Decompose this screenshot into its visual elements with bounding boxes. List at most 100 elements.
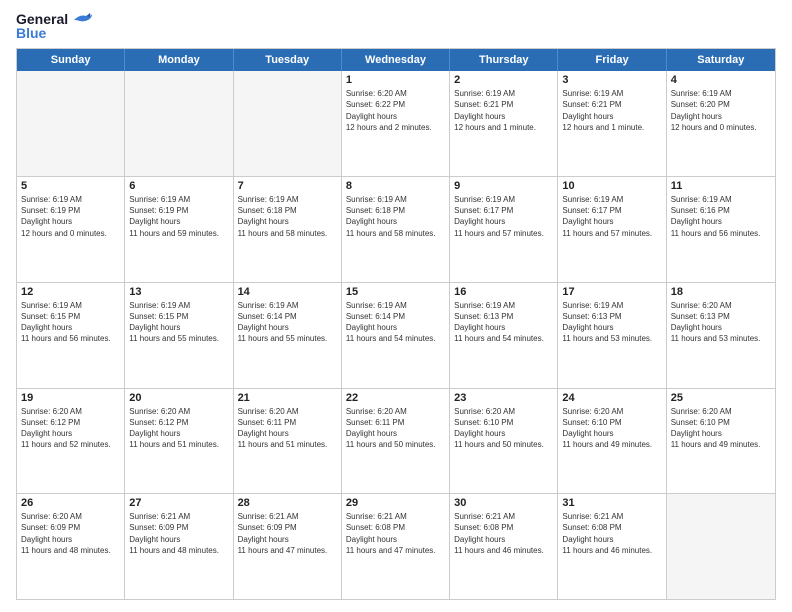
cell-info: Sunrise: 6:19 AMSunset: 6:18 PMDaylight … bbox=[346, 194, 445, 239]
day-number: 26 bbox=[21, 497, 120, 509]
calendar-cell bbox=[667, 494, 775, 599]
day-number: 20 bbox=[129, 392, 228, 404]
calendar-cell: 29 Sunrise: 6:21 AMSunset: 6:08 PMDayligh… bbox=[342, 494, 450, 599]
day-number: 2 bbox=[454, 74, 553, 86]
cell-info: Sunrise: 6:21 AMSunset: 6:08 PMDaylight … bbox=[346, 511, 445, 556]
calendar-cell: 19 Sunrise: 6:20 AMSunset: 6:12 PMDayligh… bbox=[17, 389, 125, 494]
calendar-cell: 3 Sunrise: 6:19 AMSunset: 6:21 PMDaylight… bbox=[558, 71, 666, 176]
calendar-cell: 9Sunrise: 6:19 AMSunset: 6:17 PMDaylight… bbox=[450, 177, 558, 282]
calendar-cell: 26 Sunrise: 6:20 AMSunset: 6:09 PMDayligh… bbox=[17, 494, 125, 599]
calendar-cell: 20 Sunrise: 6:20 AMSunset: 6:12 PMDayligh… bbox=[125, 389, 233, 494]
calendar-cell: 17 Sunrise: 6:19 AMSunset: 6:13 PMDayligh… bbox=[558, 283, 666, 388]
cell-info: Sunrise: 6:19 AMSunset: 6:13 PMDaylight … bbox=[454, 300, 553, 345]
cell-info: Sunrise: 6:19 AMSunset: 6:15 PMDaylight … bbox=[129, 300, 228, 345]
day-number: 1 bbox=[346, 74, 445, 86]
calendar-cell: 7 Sunrise: 6:19 AMSunset: 6:18 PMDaylight… bbox=[234, 177, 342, 282]
calendar-cell: 22 Sunrise: 6:20 AMSunset: 6:11 PMDayligh… bbox=[342, 389, 450, 494]
calendar-cell: 24 Sunrise: 6:20 AMSunset: 6:10 PMDayligh… bbox=[558, 389, 666, 494]
day-number: 6 bbox=[129, 180, 228, 192]
day-number: 12 bbox=[21, 286, 120, 298]
cell-info: Sunrise: 6:19 AMSunset: 6:13 PMDaylight … bbox=[562, 300, 661, 345]
logo-text-block: General Blue bbox=[16, 12, 94, 40]
day-number: 21 bbox=[238, 392, 337, 404]
day-number: 17 bbox=[562, 286, 661, 298]
cell-info: Sunrise: 6:20 AMSunset: 6:12 PMDaylight … bbox=[129, 406, 228, 451]
cell-info: Sunrise: 6:19 AMSunset: 6:21 PMDaylight … bbox=[454, 88, 553, 133]
day-number: 11 bbox=[671, 180, 771, 192]
cell-info: Sunrise: 6:20 AMSunset: 6:10 PMDaylight … bbox=[562, 406, 661, 451]
header-day-friday: Friday bbox=[558, 49, 666, 71]
day-number: 3 bbox=[562, 74, 661, 86]
day-number: 8 bbox=[346, 180, 445, 192]
day-number: 14 bbox=[238, 286, 337, 298]
cell-info: Sunrise: 6:20 AMSunset: 6:12 PMDaylight … bbox=[21, 406, 120, 451]
cell-info: Sunrise: 6:21 AMSunset: 6:09 PMDaylight … bbox=[238, 511, 337, 556]
cell-info: Sunrise: 6:19 AMSunset: 6:16 PMDaylight … bbox=[671, 194, 771, 239]
cell-info: Sunrise: 6:21 AMSunset: 6:08 PMDaylight … bbox=[454, 511, 553, 556]
cell-info: Sunrise: 6:19 AMSunset: 6:14 PMDaylight … bbox=[238, 300, 337, 345]
day-number: 18 bbox=[671, 286, 771, 298]
header-day-thursday: Thursday bbox=[450, 49, 558, 71]
cell-info: Sunrise: 6:20 AMSunset: 6:09 PMDaylight … bbox=[21, 511, 120, 556]
cell-info: Sunrise: 6:19 AMSunset: 6:17 PMDaylight … bbox=[562, 194, 661, 239]
day-number: 27 bbox=[129, 497, 228, 509]
page: General Blue SundayMondayTuesdayWednesda… bbox=[0, 0, 792, 612]
day-number: 25 bbox=[671, 392, 771, 404]
calendar-row-1: 5 Sunrise: 6:19 AMSunset: 6:19 PMDaylight… bbox=[17, 177, 775, 283]
day-number: 29 bbox=[346, 497, 445, 509]
day-number: 16 bbox=[454, 286, 553, 298]
header-day-monday: Monday bbox=[125, 49, 233, 71]
day-number: 19 bbox=[21, 392, 120, 404]
calendar-body: 1Sunrise: 6:20 AMSunset: 6:22 PMDaylight… bbox=[17, 71, 775, 599]
day-number: 5 bbox=[21, 180, 120, 192]
calendar-cell: 18 Sunrise: 6:20 AMSunset: 6:13 PMDayligh… bbox=[667, 283, 775, 388]
logo: General Blue bbox=[16, 12, 94, 40]
calendar-cell: 8 Sunrise: 6:19 AMSunset: 6:18 PMDaylight… bbox=[342, 177, 450, 282]
cell-info: Sunrise: 6:19 AMSunset: 6:14 PMDaylight … bbox=[346, 300, 445, 345]
calendar-cell bbox=[234, 71, 342, 176]
cell-info: Sunrise: 6:19 AMSunset: 6:15 PMDaylight … bbox=[21, 300, 120, 345]
calendar-cell: 11 Sunrise: 6:19 AMSunset: 6:16 PMDayligh… bbox=[667, 177, 775, 282]
calendar-cell: 15Sunrise: 6:19 AMSunset: 6:14 PMDayligh… bbox=[342, 283, 450, 388]
calendar-cell: 30Sunrise: 6:21 AMSunset: 6:08 PMDayligh… bbox=[450, 494, 558, 599]
day-number: 7 bbox=[238, 180, 337, 192]
logo-blue: Blue bbox=[16, 26, 94, 40]
calendar-cell bbox=[17, 71, 125, 176]
day-number: 22 bbox=[346, 392, 445, 404]
calendar-cell: 5Sunrise: 6:19 AMSunset: 6:19 PMDaylight… bbox=[17, 177, 125, 282]
header-day-tuesday: Tuesday bbox=[234, 49, 342, 71]
calendar-cell: 12 Sunrise: 6:19 AMSunset: 6:15 PMDayligh… bbox=[17, 283, 125, 388]
calendar: SundayMondayTuesdayWednesdayThursdayFrid… bbox=[16, 48, 776, 600]
calendar-cell: 25 Sunrise: 6:20 AMSunset: 6:10 PMDayligh… bbox=[667, 389, 775, 494]
cell-info: Sunrise: 6:19 AMSunset: 6:18 PMDaylight … bbox=[238, 194, 337, 239]
calendar-row-0: 1Sunrise: 6:20 AMSunset: 6:22 PMDaylight… bbox=[17, 71, 775, 177]
calendar-row-2: 12 Sunrise: 6:19 AMSunset: 6:15 PMDayligh… bbox=[17, 283, 775, 389]
calendar-cell: 13Sunrise: 6:19 AMSunset: 6:15 PMDayligh… bbox=[125, 283, 233, 388]
header-day-sunday: Sunday bbox=[17, 49, 125, 71]
calendar-row-3: 19 Sunrise: 6:20 AMSunset: 6:12 PMDayligh… bbox=[17, 389, 775, 495]
cell-info: Sunrise: 6:21 AMSunset: 6:09 PMDaylight … bbox=[129, 511, 228, 556]
calendar-cell bbox=[125, 71, 233, 176]
calendar-cell: 28Sunrise: 6:21 AMSunset: 6:09 PMDayligh… bbox=[234, 494, 342, 599]
day-number: 24 bbox=[562, 392, 661, 404]
day-number: 31 bbox=[562, 497, 661, 509]
calendar-cell: 2 Sunrise: 6:19 AMSunset: 6:21 PMDaylight… bbox=[450, 71, 558, 176]
calendar-cell: 10Sunrise: 6:19 AMSunset: 6:17 PMDayligh… bbox=[558, 177, 666, 282]
calendar-cell: 21Sunrise: 6:20 AMSunset: 6:11 PMDayligh… bbox=[234, 389, 342, 494]
calendar-cell: 16 Sunrise: 6:19 AMSunset: 6:13 PMDayligh… bbox=[450, 283, 558, 388]
calendar-cell: 23Sunrise: 6:20 AMSunset: 6:10 PMDayligh… bbox=[450, 389, 558, 494]
calendar-cell: 14 Sunrise: 6:19 AMSunset: 6:14 PMDayligh… bbox=[234, 283, 342, 388]
cell-info: Sunrise: 6:20 AMSunset: 6:10 PMDaylight … bbox=[671, 406, 771, 451]
cell-info: Sunrise: 6:20 AMSunset: 6:13 PMDaylight … bbox=[671, 300, 771, 345]
header-day-saturday: Saturday bbox=[667, 49, 775, 71]
calendar-cell: 4Sunrise: 6:19 AMSunset: 6:20 PMDaylight… bbox=[667, 71, 775, 176]
calendar-cell: 1Sunrise: 6:20 AMSunset: 6:22 PMDaylight… bbox=[342, 71, 450, 176]
header: General Blue bbox=[16, 12, 776, 40]
cell-info: Sunrise: 6:19 AMSunset: 6:21 PMDaylight … bbox=[562, 88, 661, 133]
cell-info: Sunrise: 6:19 AMSunset: 6:19 PMDaylight … bbox=[129, 194, 228, 239]
cell-info: Sunrise: 6:20 AMSunset: 6:11 PMDaylight … bbox=[346, 406, 445, 451]
cell-info: Sunrise: 6:20 AMSunset: 6:10 PMDaylight … bbox=[454, 406, 553, 451]
calendar-cell: 31 Sunrise: 6:21 AMSunset: 6:08 PMDayligh… bbox=[558, 494, 666, 599]
header-day-wednesday: Wednesday bbox=[342, 49, 450, 71]
cell-info: Sunrise: 6:21 AMSunset: 6:08 PMDaylight … bbox=[562, 511, 661, 556]
